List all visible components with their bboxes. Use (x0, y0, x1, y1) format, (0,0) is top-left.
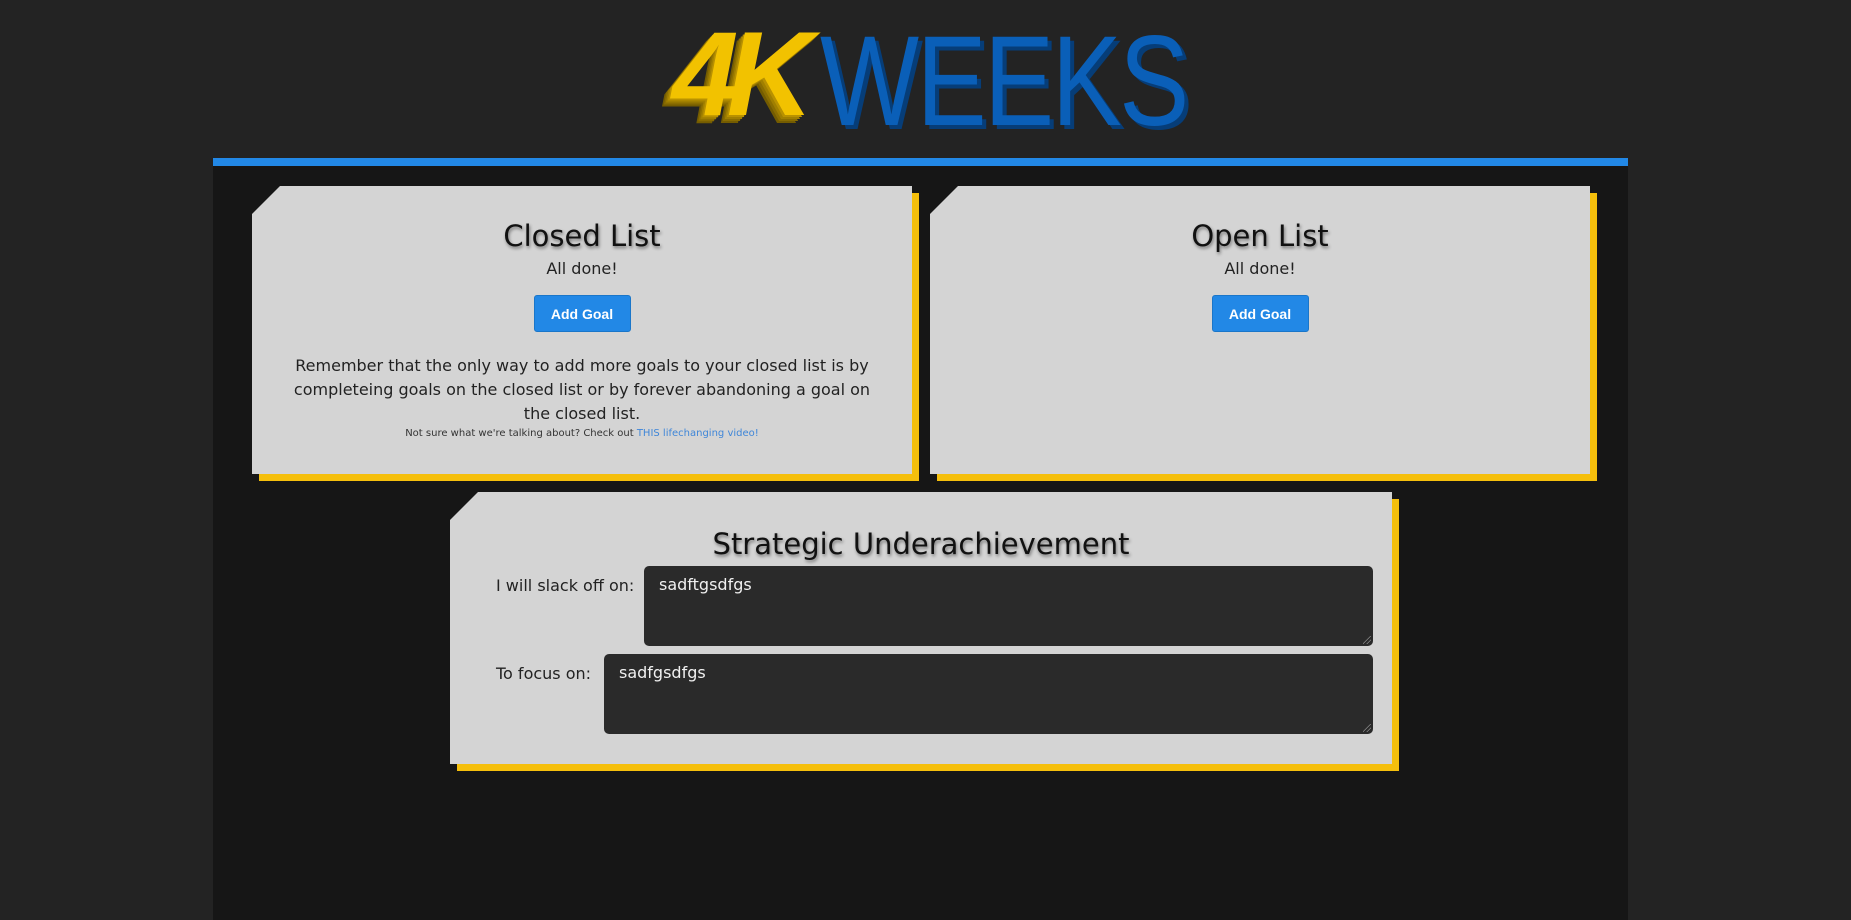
logo-4k: 4K (672, 7, 813, 141)
video-note-text: Not sure what we're talking about? Check… (405, 428, 637, 439)
closed-list-status: All done! (546, 259, 618, 278)
open-list-card: Open List All done! Add Goal (930, 186, 1590, 474)
app-logo: 4K WEEKS (0, 0, 1851, 155)
strategic-title: Strategic Underachievement (712, 527, 1130, 561)
closed-list-card: Closed List All done! Add Goal Remember … (252, 186, 912, 474)
focus-on-value: sadfgsdfgs (619, 663, 706, 682)
slack-off-value: sadftgsdfgs (659, 575, 752, 594)
video-note: Not sure what we're talking about? Check… (252, 428, 912, 439)
resize-grip-icon[interactable] (1363, 724, 1371, 732)
closed-add-goal-button[interactable]: Add Goal (534, 295, 631, 332)
open-list-status: All done! (1224, 259, 1296, 278)
closed-list-title: Closed List (503, 219, 661, 253)
open-add-goal-button[interactable]: Add Goal (1212, 295, 1309, 332)
logo-weeks: WEEKS (820, 10, 1189, 153)
slack-off-textarea[interactable]: sadftgsdfgs (644, 566, 1373, 646)
closed-list-reminder: Remember that the only way to add more g… (293, 356, 871, 423)
strategic-underachievement-card: Strategic Underachievement I will slack … (450, 492, 1392, 764)
focus-on-label: To focus on: (496, 664, 592, 683)
video-link[interactable]: THIS lifechanging video! (637, 428, 759, 439)
focus-on-textarea[interactable]: sadfgsdfgs (604, 654, 1373, 734)
resize-grip-icon[interactable] (1363, 636, 1371, 644)
slack-off-label: I will slack off on: (496, 576, 635, 595)
open-list-title: Open List (1191, 219, 1329, 253)
